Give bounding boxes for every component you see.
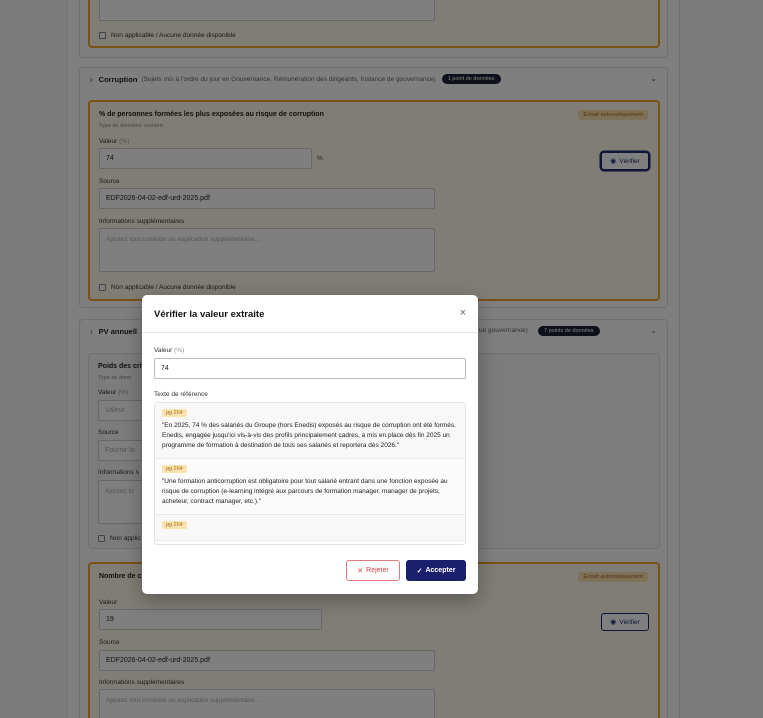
modal-value-input[interactable]: 74 xyxy=(154,358,466,379)
value-unit: (%) xyxy=(174,347,185,354)
page-badge: pg 264 xyxy=(162,409,187,417)
value-label-text: Valeur xyxy=(154,347,173,354)
x-icon: ✕ xyxy=(357,567,364,575)
reference-item: pg 264 "En 2025, 74 % des salariés du Gr… xyxy=(155,403,465,459)
reject-label: Rejeter xyxy=(366,567,389,574)
page-badge: pg 264 xyxy=(162,521,187,529)
check-icon: ✓ xyxy=(416,567,423,575)
reference-item: pg 264 "Une formation anticorruption est… xyxy=(155,459,465,515)
modal-title: Vérifier la valeur extraite xyxy=(154,309,265,320)
reference-item: pg 264 xyxy=(155,515,465,541)
accept-button[interactable]: ✓ Accepter xyxy=(406,560,466,581)
reference-list[interactable]: pg 264 "En 2025, 74 % des salariés du Gr… xyxy=(154,402,466,545)
page-badge: pg 264 xyxy=(162,465,187,473)
reject-button[interactable]: ✕ Rejeter xyxy=(346,560,400,581)
reference-text: "Une formation anticorruption est obliga… xyxy=(162,478,448,505)
accept-label: Accepter xyxy=(425,567,456,574)
verify-modal: Vérifier la valeur extraite × Valeur (%)… xyxy=(142,295,478,594)
modal-value-label: Valeur (%) xyxy=(154,347,184,354)
reference-text-label: Texte de référence xyxy=(154,391,208,398)
close-icon[interactable]: × xyxy=(460,307,466,319)
modal-header: Vérifier la valeur extraite × xyxy=(142,295,478,333)
reference-text: "En 2025, 74 % des salariés du Groupe (h… xyxy=(162,422,456,449)
